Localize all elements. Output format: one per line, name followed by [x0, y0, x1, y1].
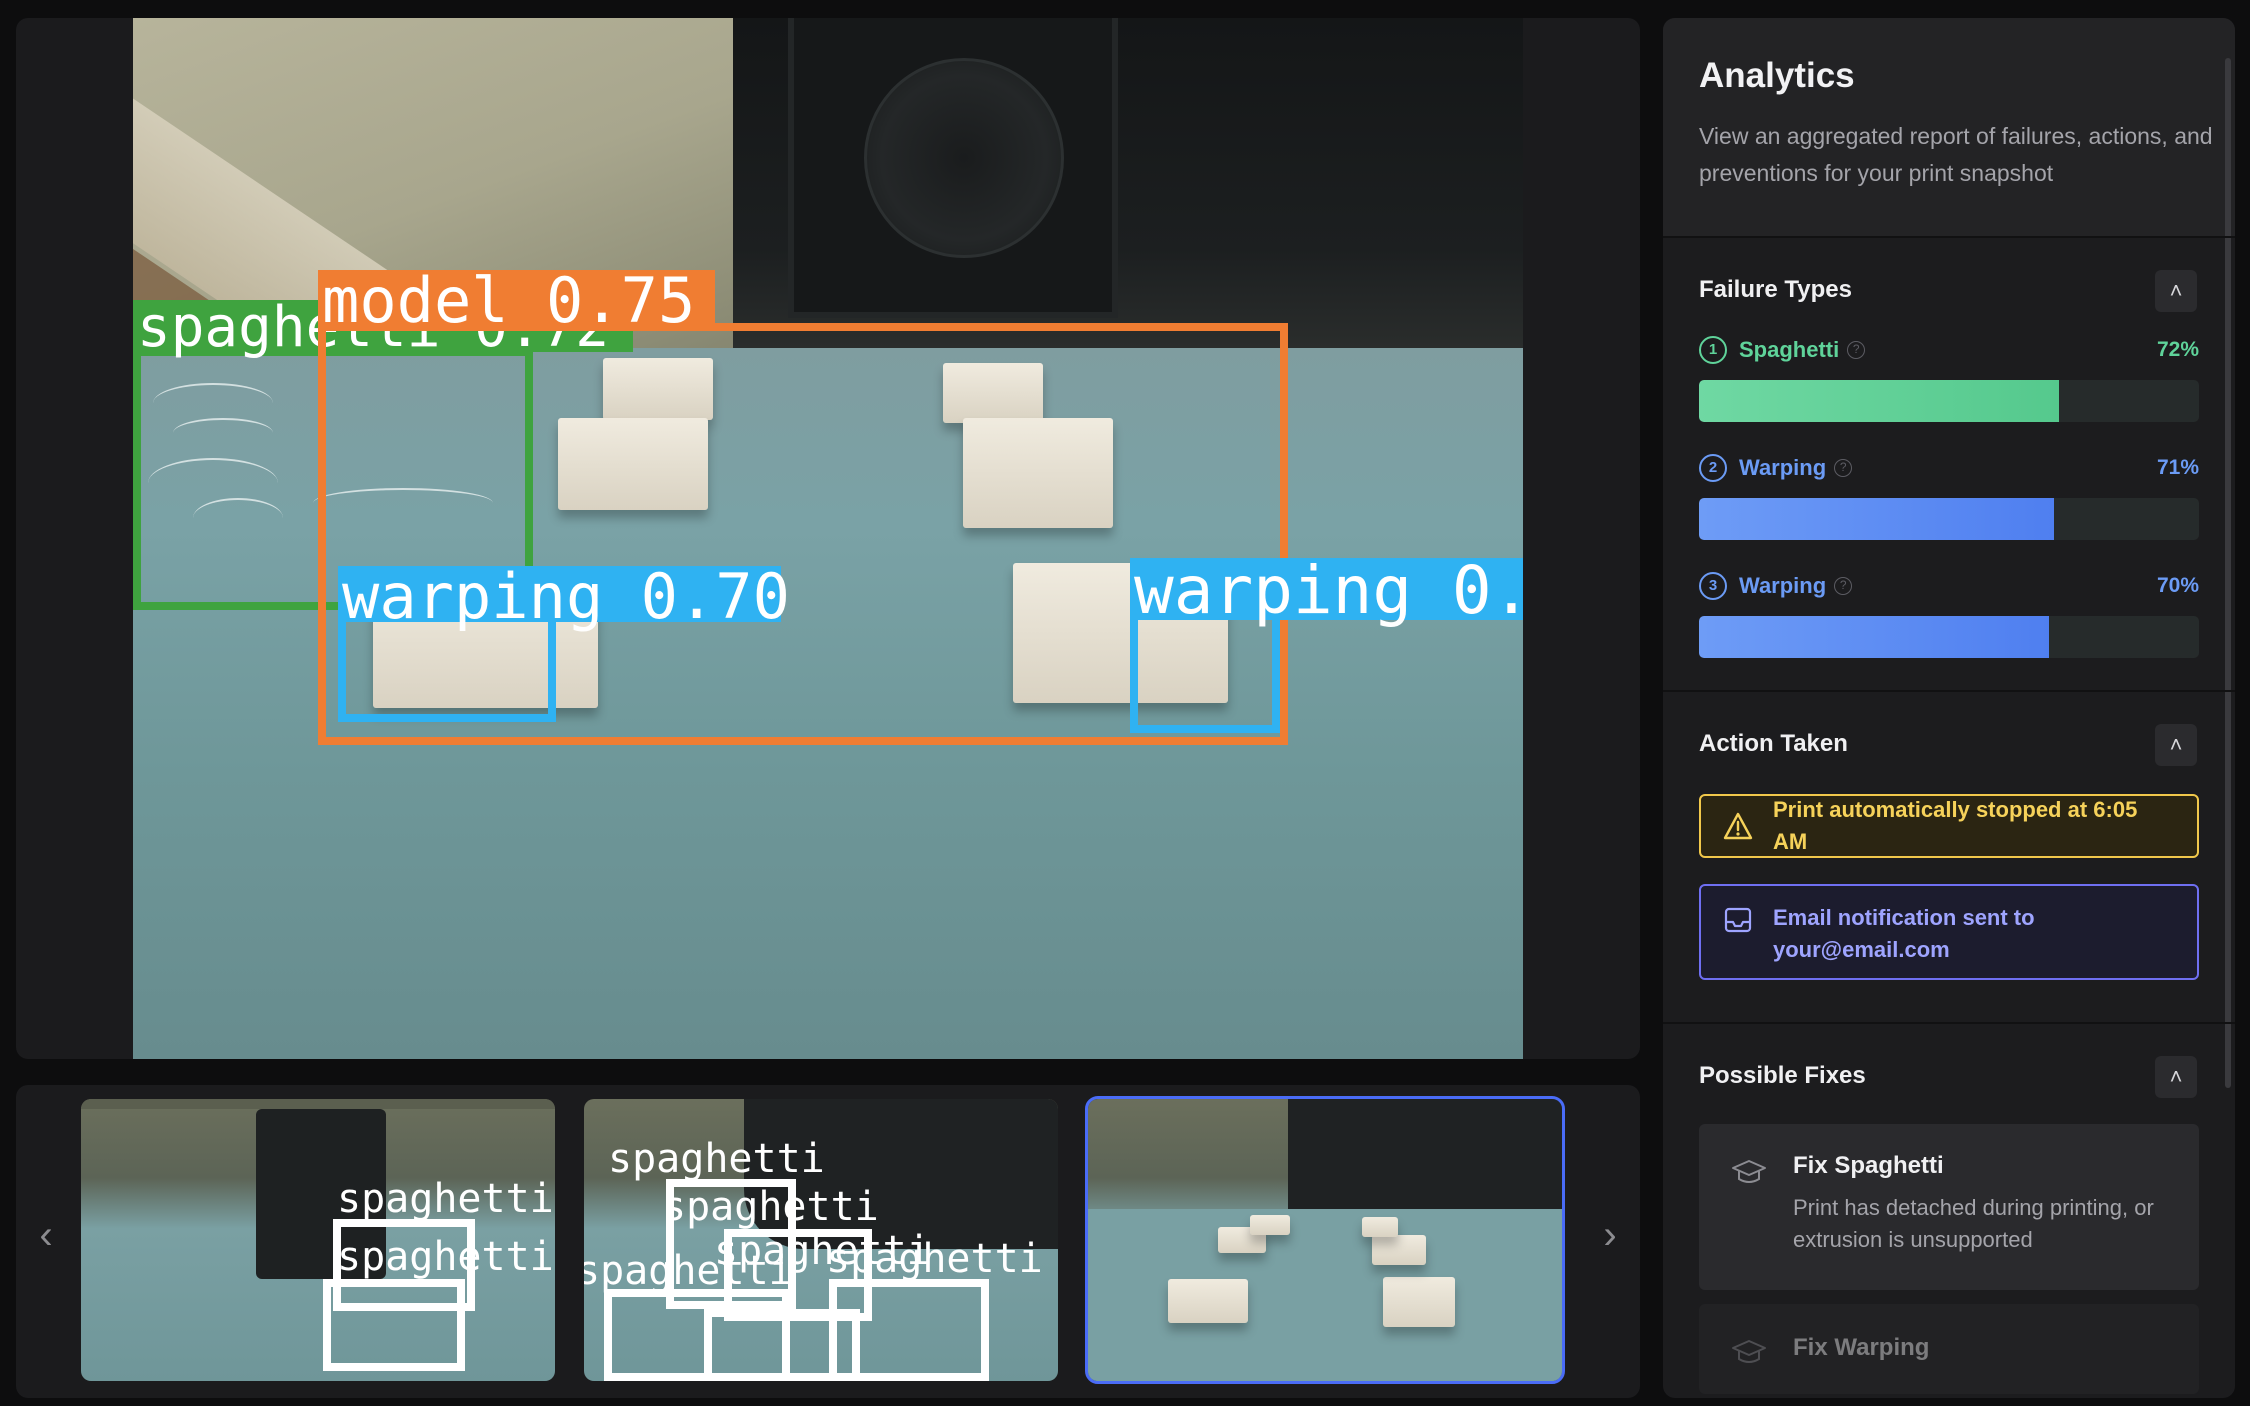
fix-card-warping[interactable]: Fix Warping [1699, 1304, 2199, 1394]
help-icon[interactable]: ? [1847, 341, 1866, 359]
detection-label-spaghetti: spaghetti [337, 1234, 554, 1280]
confidence-bar [1699, 616, 2199, 658]
warning-icon [1723, 812, 1753, 840]
email-notification-message: Email notification sent to [1773, 905, 2035, 930]
graduation-cap-icon [1732, 1160, 1766, 1183]
snapshot-thumbnail-selected[interactable] [1085, 1096, 1565, 1384]
failure-type-name: Spaghetti [1739, 337, 1840, 362]
rank-badge: 1 [1699, 336, 1727, 364]
confidence-bar-fill [1699, 616, 2049, 658]
failure-type-item: 2 Warping ? 71% [1699, 452, 2199, 540]
failure-types-title: Failure Types [1699, 276, 1852, 303]
possible-fixes-section: Possible Fixes ˄ Fix Spaghetti Print has… [1663, 1022, 2235, 1398]
possible-fixes-title: Possible Fixes [1699, 1062, 1866, 1089]
chevron-up-icon[interactable]: ˄ [2155, 270, 2197, 312]
print-stopped-alert: Print automatically stopped at 6:05 AM [1699, 794, 2199, 858]
failure-type-item: 3 Warping ? 70% [1699, 570, 2199, 658]
failure-type-name: Warping [1739, 573, 1827, 598]
fix-title: Fix Spaghetti [1793, 1152, 1944, 1179]
analytics-subtitle: View an aggregated report of failures, a… [1699, 123, 2213, 186]
fix-title: Fix Warping [1793, 1334, 1930, 1361]
email-address: your@email.com [1773, 937, 1950, 962]
detection-label-warping-left: warping 0.70 [338, 566, 790, 628]
failure-type-percent: 72% [2156, 338, 2199, 361]
printed-part [1362, 1217, 1398, 1237]
failure-type-percent: 71% [2156, 456, 2199, 479]
printed-part [1250, 1215, 1290, 1235]
printed-part [1372, 1235, 1426, 1265]
action-taken-section: Action Taken ˄ Print automatically stopp… [1663, 690, 2235, 1022]
analytics-header: Analytics View an aggregated report of f… [1663, 18, 2235, 236]
snapshot-image: spaghetti 0.72 model 0.75 warping 0.70 w… [133, 18, 1523, 1059]
analytics-panel: Analytics View an aggregated report of f… [1663, 18, 2235, 1398]
rank-badge: 2 [1699, 454, 1727, 482]
snapshot-thumbnail[interactable]: spaghetti spaghetti [81, 1099, 555, 1381]
failure-types-section: Failure Types ˄ 1 Spaghetti ? 72% 2 Warp… [1663, 236, 2235, 690]
detection-box-spaghetti [829, 1279, 989, 1381]
confidence-bar [1699, 498, 2199, 540]
printed-part [1383, 1277, 1455, 1327]
action-taken-title: Action Taken [1699, 730, 1848, 757]
help-icon[interactable]: ? [1834, 459, 1853, 477]
graduation-cap-icon [1732, 1340, 1766, 1363]
detection-label-model: model 0.75 [318, 270, 715, 332]
fix-card-spaghetti[interactable]: Fix Spaghetti Print has detached during … [1699, 1124, 2199, 1290]
failure-type-item: 1 Spaghetti ? 72% [1699, 334, 2199, 422]
chevron-up-icon[interactable]: ˄ [2155, 724, 2197, 766]
inbox-icon [1724, 907, 1752, 933]
chevron-right-icon[interactable]: › [1590, 1215, 1630, 1255]
snapshot-thumbnail[interactable]: spaghetti spaghetti spaghetti spaghetti … [584, 1099, 1058, 1381]
detection-label-warping-right: warping 0.7 [1130, 558, 1523, 624]
detection-label-spaghetti: spaghetti [584, 1248, 793, 1294]
chevron-up-icon[interactable]: ˄ [2155, 1056, 2197, 1098]
analytics-title: Analytics [1699, 56, 1855, 95]
confidence-bar-fill [1699, 380, 2059, 422]
confidence-bar [1699, 380, 2199, 422]
detection-label-spaghetti: spaghetti [662, 1184, 879, 1230]
failure-type-name: Warping [1739, 455, 1827, 480]
failure-type-percent: 70% [2156, 574, 2199, 597]
printed-part [1168, 1279, 1248, 1323]
help-icon[interactable]: ? [1834, 577, 1853, 595]
scene-fan [788, 18, 1118, 318]
rank-badge: 3 [1699, 572, 1727, 600]
detection-label-spaghetti: spaghetti [337, 1176, 554, 1222]
print-stopped-message: Print automatically stopped at 6:05 AM [1773, 797, 2138, 854]
email-notification-alert: Email notification sent to your@email.co… [1699, 884, 2199, 980]
detection-label-spaghetti: spaghetti [826, 1236, 1043, 1282]
fix-description: Print has detached during printing, or e… [1793, 1195, 2154, 1252]
snapshot-viewer: spaghetti 0.72 model 0.75 warping 0.70 w… [16, 18, 1640, 1059]
snapshot-filmstrip: ‹ spaghetti spaghetti spaghetti spaghett… [16, 1085, 1640, 1398]
detection-label-spaghetti: spaghetti [608, 1136, 825, 1182]
chevron-left-icon[interactable]: ‹ [26, 1215, 66, 1255]
confidence-bar-fill [1699, 498, 2054, 540]
detection-box-spaghetti [323, 1279, 465, 1371]
